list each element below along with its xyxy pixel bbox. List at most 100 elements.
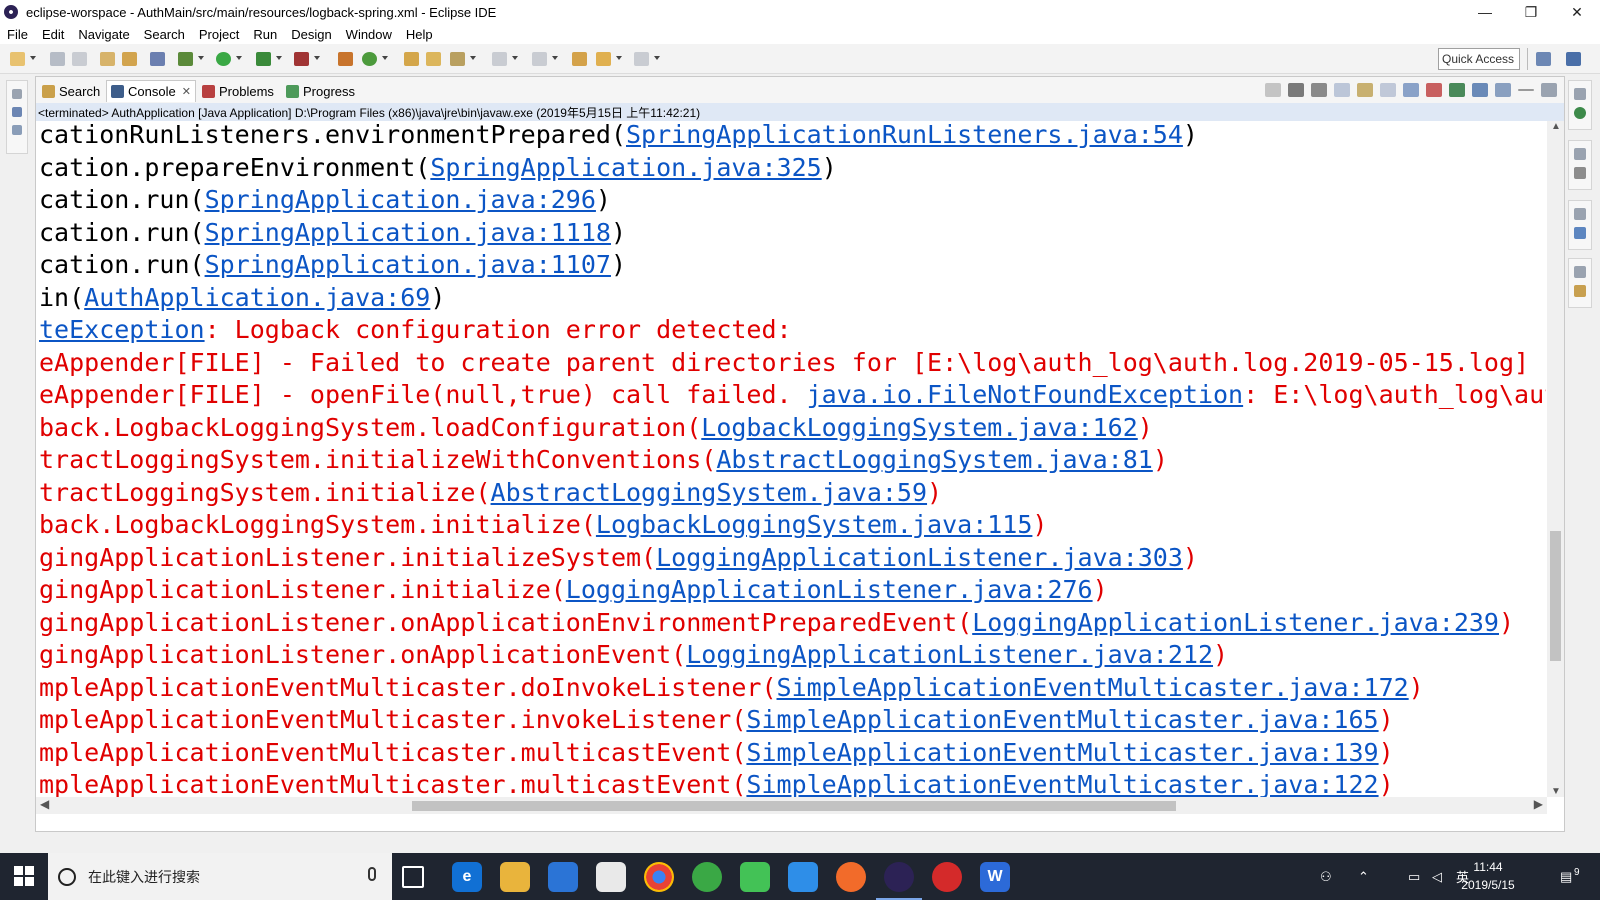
scroll-left-icon[interactable]: ◀ xyxy=(40,797,49,811)
open-console-icon[interactable] xyxy=(1495,83,1511,97)
stacktrace-link[interactable]: SimpleApplicationEventMulticaster.java:1… xyxy=(746,705,1378,734)
tray-expand-icon[interactable]: ⌃ xyxy=(1358,853,1369,900)
menu-edit[interactable]: Edit xyxy=(35,27,71,42)
menu-navigate[interactable]: Navigate xyxy=(71,27,136,42)
next-annotation-dropdown-icon[interactable] xyxy=(512,56,518,60)
terminate-icon[interactable] xyxy=(1265,83,1281,97)
hierarchy-icon[interactable] xyxy=(1574,227,1586,239)
stacktrace-link[interactable]: SimpleApplicationEventMulticaster.java:1… xyxy=(746,738,1378,767)
search-tool-dropdown-icon[interactable] xyxy=(470,56,476,60)
stacktrace-link[interactable]: AbstractLoggingSystem.java:81 xyxy=(716,445,1153,474)
postman-icon[interactable] xyxy=(836,862,866,892)
open-perspective-icon[interactable] xyxy=(1536,52,1551,66)
close-tab-icon[interactable]: ✕ xyxy=(182,85,191,98)
task-view-icon[interactable] xyxy=(402,866,424,888)
mail-icon[interactable] xyxy=(596,862,626,892)
stacktrace-link[interactable]: SimpleApplicationEventMulticaster.java:1… xyxy=(777,673,1409,702)
minimize-button[interactable]: — xyxy=(1462,0,1508,24)
save-all-icon[interactable] xyxy=(72,52,87,66)
menu-run[interactable]: Run xyxy=(246,27,284,42)
feishu-icon[interactable] xyxy=(788,862,818,892)
remove-all-terminated-icon[interactable] xyxy=(1311,83,1327,97)
stacktrace-link[interactable]: LoggingApplicationListener.java:212 xyxy=(686,640,1213,669)
vertical-scrollbar[interactable]: ▲ ▼ xyxy=(1547,121,1564,797)
palette-icon[interactable] xyxy=(1574,285,1586,297)
outline-icon[interactable] xyxy=(1574,107,1586,119)
menu-design[interactable]: Design xyxy=(284,27,338,42)
store-icon[interactable] xyxy=(548,862,578,892)
menu-help[interactable]: Help xyxy=(399,27,440,42)
stacktrace-link[interactable]: SimpleApplicationEventMulticaster.java:1… xyxy=(746,770,1378,799)
tab-progress[interactable]: Progress xyxy=(282,80,359,102)
run-dropdown-icon[interactable] xyxy=(236,56,242,60)
horizontal-scrollbar[interactable]: ◀ ▶ xyxy=(36,797,1547,814)
stacktrace-link[interactable]: SpringApplicationRunListeners.java:54 xyxy=(626,121,1183,149)
netease-music-icon[interactable] xyxy=(932,862,962,892)
new-class-dropdown-icon[interactable] xyxy=(382,56,388,60)
scroll-up-icon[interactable]: ▲ xyxy=(1551,121,1561,132)
stacktrace-link[interactable]: LoggingApplicationListener.java:303 xyxy=(656,543,1183,572)
taskbar-clock[interactable]: 11:44 2019/5/15 xyxy=(1448,858,1528,894)
new-package-icon[interactable] xyxy=(338,52,353,66)
back-dropdown-icon[interactable] xyxy=(616,56,622,60)
stacktrace-link[interactable]: LogbackLoggingSystem.java:115 xyxy=(596,510,1033,539)
horizontal-scroll-thumb[interactable] xyxy=(412,801,1176,811)
maximize-view-icon[interactable] xyxy=(1541,83,1557,97)
last-edit-icon[interactable] xyxy=(572,52,587,66)
edge-icon[interactable]: e xyxy=(452,862,482,892)
remove-launch-icon[interactable] xyxy=(1288,83,1304,97)
minimize-view-icon[interactable] xyxy=(1518,89,1534,91)
console-output[interactable]: cationRunListeners.environmentPrepared(S… xyxy=(36,121,1546,809)
volume-muted-icon[interactable]: ◁ xyxy=(1432,853,1442,900)
restore-icon[interactable] xyxy=(1574,148,1586,160)
show-on-stderr-icon[interactable] xyxy=(1426,83,1442,97)
restore-icon[interactable] xyxy=(1574,208,1586,220)
restore-icon[interactable] xyxy=(1574,88,1586,100)
prev-annotation-dropdown-icon[interactable] xyxy=(552,56,558,60)
vertical-scroll-thumb[interactable] xyxy=(1550,531,1561,661)
restore-icon[interactable] xyxy=(12,89,22,99)
open-type-icon[interactable] xyxy=(100,52,115,66)
type-hierarchy-icon[interactable] xyxy=(12,125,22,135)
open-task-icon[interactable] xyxy=(426,52,441,66)
notification-center-icon[interactable]: ▤ xyxy=(1560,853,1572,900)
coverage-dropdown-icon[interactable] xyxy=(276,56,282,60)
quick-access-input[interactable]: Quick Access xyxy=(1438,48,1520,70)
menu-project[interactable]: Project xyxy=(192,27,246,42)
new-icon[interactable] xyxy=(10,52,25,66)
stacktrace-link[interactable]: LogbackLoggingSystem.java:162 xyxy=(701,413,1138,442)
windows-start-icon[interactable] xyxy=(14,866,34,886)
stacktrace-link[interactable]: SpringApplication.java:296 xyxy=(205,185,596,214)
scroll-down-icon[interactable]: ▼ xyxy=(1551,786,1561,797)
clear-console-icon[interactable] xyxy=(1334,83,1350,97)
restore-icon[interactable] xyxy=(1574,266,1586,278)
stacktrace-link[interactable]: java.io.FileNotFoundException xyxy=(807,380,1244,409)
external-tools-icon[interactable] xyxy=(294,52,309,66)
next-annotation-icon[interactable] xyxy=(492,52,507,66)
wps-icon[interactable]: W xyxy=(980,862,1010,892)
show-on-stdout-icon[interactable] xyxy=(1403,83,1419,97)
menu-window[interactable]: Window xyxy=(339,27,399,42)
debug-icon[interactable] xyxy=(178,52,193,66)
tab-console[interactable]: Console ✕ xyxy=(106,80,196,102)
360-browser-icon[interactable] xyxy=(692,862,722,892)
scroll-right-icon[interactable]: ▶ xyxy=(1534,797,1543,811)
skip-breakpoints-icon[interactable] xyxy=(150,52,165,66)
stacktrace-link[interactable]: teException xyxy=(39,315,205,344)
stacktrace-link[interactable]: SpringApplication.java:325 xyxy=(430,153,821,182)
external-tools-dropdown-icon[interactable] xyxy=(314,56,320,60)
coverage-icon[interactable] xyxy=(256,52,271,66)
close-window-button[interactable]: ✕ xyxy=(1554,0,1600,24)
open-resource-icon[interactable] xyxy=(122,52,137,66)
save-icon[interactable] xyxy=(50,52,65,66)
open-folder-icon[interactable] xyxy=(404,52,419,66)
task-list-icon[interactable] xyxy=(1574,167,1586,179)
microphone-icon[interactable] xyxy=(368,867,376,881)
prev-annotation-icon[interactable] xyxy=(532,52,547,66)
scroll-lock-icon[interactable] xyxy=(1357,83,1373,97)
restore-button[interactable]: ❐ xyxy=(1508,0,1554,24)
new-class-icon[interactable] xyxy=(362,52,377,66)
network-icon[interactable]: ▭ xyxy=(1408,853,1420,900)
chrome-icon[interactable] xyxy=(644,862,674,892)
wechat-icon[interactable] xyxy=(740,862,770,892)
